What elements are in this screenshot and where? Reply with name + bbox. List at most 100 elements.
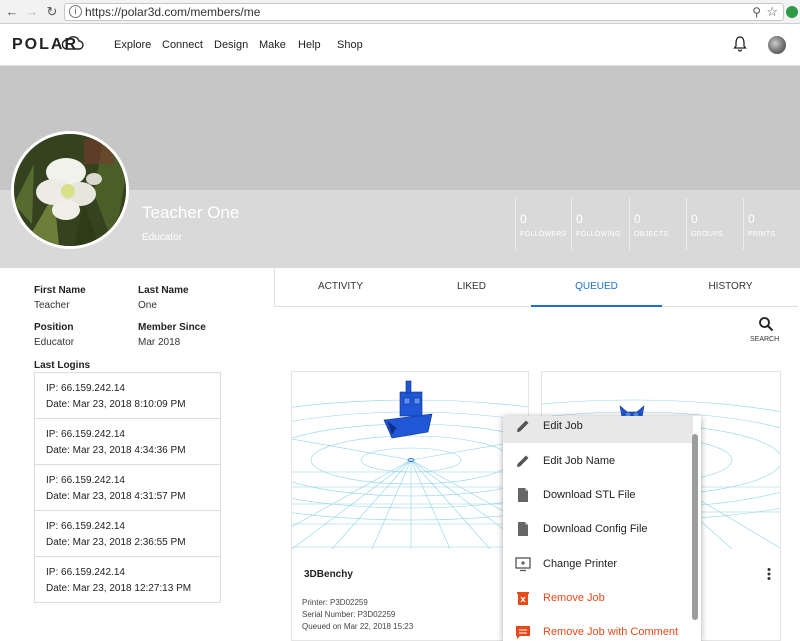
tab-activity[interactable]: ACTIVITY	[275, 268, 406, 307]
extension-icon[interactable]	[786, 6, 798, 18]
nav-design[interactable]: Design	[214, 39, 248, 51]
login-date: Date: Mar 23, 2018 4:34:36 PM	[46, 445, 186, 456]
last-name-label: Last Name	[138, 285, 189, 296]
stat-value: 0	[576, 212, 583, 226]
app-header: POLAR Explore Connect Design Make Help S…	[0, 24, 800, 66]
stat-groups[interactable]: 0 GROUPS	[686, 198, 742, 250]
stat-value: 0	[520, 212, 527, 226]
menu-item-download-stl[interactable]: Download STL File	[503, 478, 693, 512]
stat-value: 0	[691, 212, 698, 226]
stat-prints[interactable]: 0 PRINTS	[743, 198, 799, 250]
member-since-value: Mar 2018	[138, 337, 181, 348]
last-name-value: One	[138, 300, 157, 311]
search-button[interactable]	[748, 316, 782, 350]
menu-item-label: Download Config File	[543, 523, 648, 535]
first-name-value: Teacher	[34, 300, 70, 311]
nav-make[interactable]: Make	[259, 39, 286, 51]
job-queued-date: Queued on Mar 22, 2018 15:23	[302, 622, 414, 631]
nav-help[interactable]: Help	[298, 39, 321, 51]
url-text: https://polar3d.com/members/me	[85, 5, 261, 19]
menu-item-label: Remove Job with Comment	[543, 626, 679, 638]
menu-item-label: Edit Job Name	[543, 455, 616, 467]
position-value: Educator	[34, 337, 75, 348]
job-printer: Printer: P3D02259	[302, 598, 368, 607]
login-date: Date: Mar 23, 2018 12:27:13 PM	[46, 583, 192, 594]
job-context-menu: Edit Job Edit Job Name Download STL File…	[503, 416, 701, 641]
job-serial: Serial Number: P3D02259	[302, 610, 396, 619]
comment-icon	[516, 626, 530, 639]
stat-label: PRINTS	[748, 231, 776, 238]
nav-connect[interactable]: Connect	[162, 39, 203, 51]
login-date: Date: Mar 23, 2018 2:36:55 PM	[46, 537, 186, 548]
menu-item-label: Edit Job	[543, 420, 583, 432]
model-thumbnail[interactable]	[292, 372, 528, 549]
stat-value: 0	[748, 212, 755, 226]
trash-icon	[517, 592, 529, 605]
bell-icon[interactable]	[733, 36, 747, 52]
last-logins-list: IP: 66.159.242.14 Date: Mar 23, 2018 8:1…	[34, 372, 221, 603]
list-item: IP: 66.159.242.14 Date: Mar 23, 2018 2:3…	[34, 510, 221, 557]
user-avatar[interactable]	[768, 36, 786, 54]
menu-item-download-config[interactable]: Download Config File	[503, 512, 693, 546]
stat-value: 0	[634, 212, 641, 226]
tab-liked[interactable]: LIKED	[406, 268, 537, 307]
stat-label: FOLLOWING	[576, 231, 621, 238]
profile-role: Educator	[142, 232, 183, 243]
nav-explore[interactable]: Explore	[114, 39, 151, 51]
reload-icon[interactable]: ↻	[44, 4, 60, 20]
info-icon[interactable]: i	[69, 5, 82, 18]
more-vert-icon[interactable]	[763, 567, 775, 581]
last-logins-label: Last Logins	[34, 360, 91, 371]
queued-job-card[interactable]: 3DBenchy Printer: P3D02259 Serial Number…	[291, 371, 529, 641]
profile-name: Teacher One	[142, 203, 240, 222]
login-ip: IP: 66.159.242.14	[46, 383, 125, 394]
menu-item-label: Change Printer	[543, 558, 617, 570]
stat-label: GROUPS	[691, 231, 724, 238]
menu-scrollbar[interactable]	[692, 434, 698, 620]
job-title[interactable]: 3DBenchy	[304, 569, 353, 580]
menu-item-remove-job-comment[interactable]: Remove Job with Comment	[503, 615, 693, 641]
first-name-label: First Name	[34, 285, 86, 296]
pencil-icon	[517, 420, 529, 432]
login-ip: IP: 66.159.242.14	[46, 475, 125, 486]
menu-item-label: Remove Job	[543, 592, 605, 604]
stat-label: OBJECTS	[634, 231, 669, 238]
stat-objects[interactable]: 0 OBJECTS	[629, 198, 685, 250]
login-ip: IP: 66.159.242.14	[46, 521, 125, 532]
zoom-icon[interactable]: ⚲	[752, 4, 761, 20]
menu-item-remove-job[interactable]: Remove Job	[503, 581, 693, 615]
tab-history[interactable]: HISTORY	[665, 268, 796, 307]
stat-following[interactable]: 0 FOLLOWING	[571, 198, 627, 250]
nav-shop[interactable]: Shop	[337, 39, 363, 51]
back-icon[interactable]: ←	[4, 4, 20, 20]
login-ip: IP: 66.159.242.14	[46, 429, 125, 440]
position-label: Position	[34, 322, 74, 333]
stat-followers[interactable]: 0 FOLLOWERS	[515, 198, 571, 250]
address-bar[interactable]: i https://polar3d.com/members/me ⚲ ☆	[64, 3, 784, 21]
login-ip: IP: 66.159.242.14	[46, 567, 125, 578]
menu-item-edit-job[interactable]: Edit Job	[503, 416, 693, 443]
file-icon	[518, 488, 528, 502]
search-icon	[758, 317, 773, 332]
member-since-label: Member Since	[138, 322, 206, 333]
menu-item-change-printer[interactable]: Change Printer	[503, 547, 693, 581]
profile-photo	[11, 131, 129, 249]
bookmark-star-icon[interactable]: ☆	[766, 4, 778, 20]
file-icon	[518, 522, 528, 536]
profile-tabs: ACTIVITY LIKED QUEUED HISTORY	[274, 268, 798, 307]
stat-label: FOLLOWERS	[520, 231, 567, 238]
list-item: IP: 66.159.242.14 Date: Mar 23, 2018 4:3…	[34, 418, 221, 465]
monitor-icon	[515, 557, 531, 572]
pencil-icon	[517, 455, 529, 467]
login-date: Date: Mar 23, 2018 4:31:57 PM	[46, 491, 186, 502]
list-item: IP: 66.159.242.14 Date: Mar 23, 2018 4:3…	[34, 464, 221, 511]
forward-icon[interactable]: →	[24, 4, 40, 20]
menu-item-label: Download STL File	[543, 489, 636, 501]
cloud-logo-icon	[61, 36, 84, 50]
list-item: IP: 66.159.242.14 Date: Mar 23, 2018 8:1…	[34, 372, 221, 419]
search-label[interactable]: SEARCH	[750, 336, 779, 343]
browser-toolbar: ← → ↻ i https://polar3d.com/members/me ⚲…	[0, 0, 800, 24]
list-item: IP: 66.159.242.14 Date: Mar 23, 2018 12:…	[34, 556, 221, 603]
menu-item-edit-job-name[interactable]: Edit Job Name	[503, 444, 693, 478]
tab-queued[interactable]: QUEUED	[531, 268, 662, 307]
